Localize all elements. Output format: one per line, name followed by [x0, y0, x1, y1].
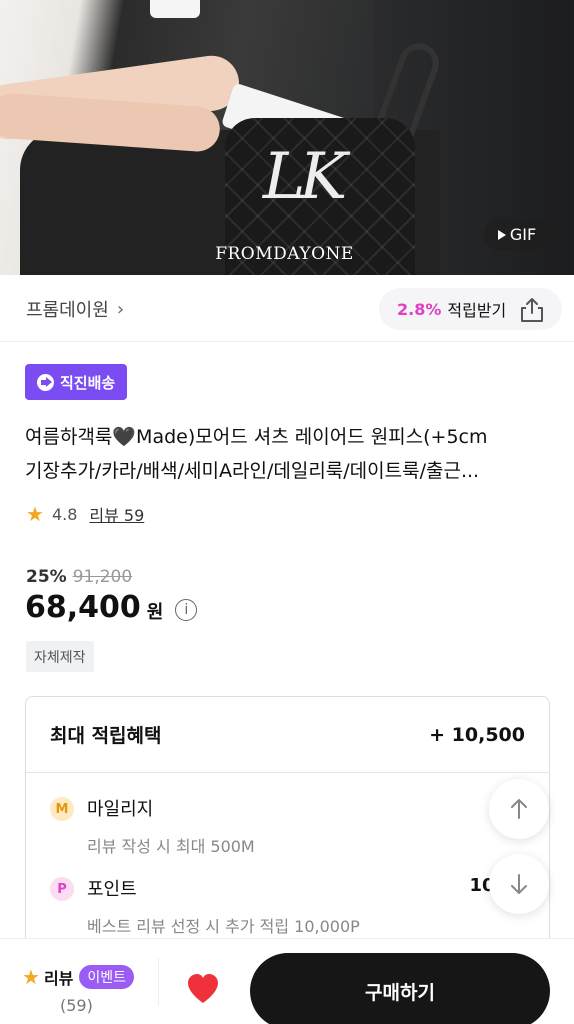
arrow-up-icon — [511, 799, 527, 819]
direct-delivery-badge: 직진배송 — [25, 364, 128, 400]
brand-wordmark: FROMDAYONE — [215, 244, 354, 264]
original-price: 91,200 — [72, 567, 133, 587]
info-icon[interactable]: i — [175, 598, 198, 621]
benefit-description: 베스트 리뷰 선정 시 추가 적립 10,000P — [87, 917, 360, 936]
sale-price: 68,400 — [25, 590, 141, 625]
product-image[interactable]: LK FROMDAYONE GIF — [0, 0, 574, 275]
product-title-line: 기장추가/카라/배색/세미A라인/데일리룩/데이트룩/출근... — [25, 460, 480, 482]
benefit-label: 마일리지 — [87, 799, 154, 820]
review-link[interactable]: 리뷰 59 — [89, 502, 144, 526]
review-count: (59) — [60, 996, 93, 1015]
currency-unit: 원 — [146, 601, 164, 623]
scroll-down-button[interactable] — [489, 854, 549, 914]
review-label: 리뷰 — [43, 969, 74, 988]
benefit-label: 포인트 — [87, 879, 137, 900]
discount-rate: 25% — [26, 567, 67, 587]
price-row: 68,400 원 i — [25, 590, 198, 625]
rating-row: ★ 4.8 리뷰 59 — [26, 502, 144, 526]
rating-value: 4.8 — [51, 504, 78, 524]
review-event-button[interactable]: ★ 리뷰 이벤트 — [22, 965, 135, 989]
benefit-item-point: P 포인트 10,000 베스트 리뷰 선정 시 추가 적립 10,000P — [26, 853, 549, 936]
benefit-card: 최대 적립혜택 + 10,500 M 마일리지 500 리뷰 작성 시 최대 5… — [25, 696, 550, 956]
discount-row: 25% 91,200 — [26, 567, 132, 587]
star-icon: ★ — [22, 965, 40, 989]
brand-name: 프롬데이원 — [26, 300, 109, 321]
point-rate: 2.8% — [397, 299, 442, 319]
mileage-icon: M — [50, 797, 74, 821]
gif-badge[interactable]: GIF — [484, 219, 550, 250]
brand-link[interactable]: 프롬데이원 › — [26, 296, 124, 322]
brand-logo-monogram: LK — [262, 140, 347, 214]
benefit-total: + 10,500 — [429, 723, 525, 746]
play-icon — [497, 229, 506, 240]
arrow-down-icon — [511, 874, 527, 894]
point-earn-label: 적립받기 — [447, 301, 507, 320]
scroll-up-button[interactable] — [489, 779, 549, 839]
share-icon[interactable] — [518, 296, 546, 324]
product-title: 여름하객룩🖤Made)모어드 셔츠 레이어드 원피스(+5cm 기장추가/카라/… — [25, 420, 555, 488]
event-badge: 이벤트 — [79, 965, 135, 989]
star-icon: ★ — [26, 502, 44, 526]
divider — [158, 958, 159, 1006]
point-icon: P — [50, 877, 74, 901]
chevron-right-icon: › — [116, 298, 125, 320]
product-tag: 자체제작 — [26, 641, 94, 672]
product-title-line: 여름하객룩🖤Made)모어드 셔츠 레이어드 원피스(+5cm — [25, 426, 488, 448]
buy-button[interactable]: 구매하기 — [250, 953, 550, 1024]
delivery-badge-label: 직진배송 — [60, 373, 116, 392]
benefit-item-mileage: M 마일리지 500 리뷰 작성 시 최대 500M — [26, 773, 549, 856]
benefit-header: 최대 적립혜택 + 10,500 — [26, 697, 549, 773]
image-sleeve — [150, 0, 200, 18]
benefit-title: 최대 적립혜택 — [50, 725, 162, 747]
heart-icon[interactable] — [185, 971, 221, 1007]
delivery-arrow-icon — [37, 373, 54, 391]
gif-label: GIF — [509, 225, 537, 244]
